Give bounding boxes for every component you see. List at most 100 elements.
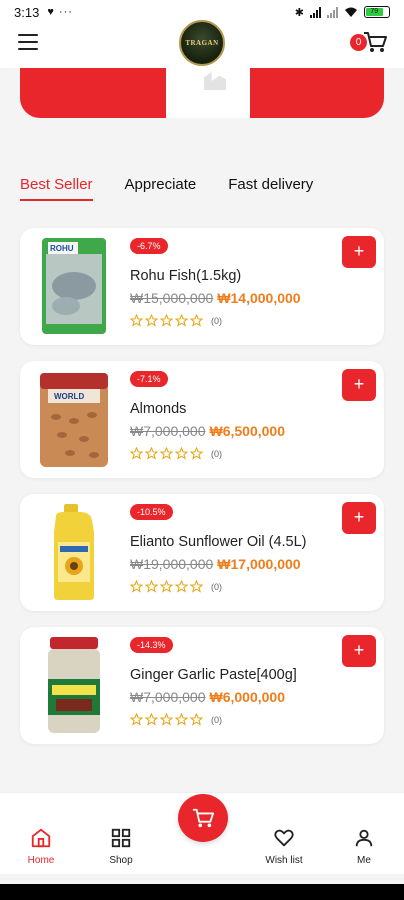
status-time: 3:13 bbox=[14, 4, 40, 20]
discount-badge: -6.7% bbox=[130, 238, 168, 254]
rating-count: (0) bbox=[211, 315, 222, 326]
bluetooth-icon: ✱ bbox=[294, 6, 304, 19]
cell-signal-icon bbox=[310, 6, 321, 18]
star-icon bbox=[130, 314, 143, 327]
star-icon bbox=[175, 447, 188, 460]
star-icon bbox=[145, 580, 158, 593]
original-price: ₩7,000,000 bbox=[130, 689, 206, 705]
star-icon bbox=[160, 713, 173, 726]
system-nav-bar bbox=[0, 884, 404, 900]
cart-button[interactable]: 0 bbox=[350, 30, 392, 56]
product-prices: ₩7,000,000 ₩6,500,000 bbox=[130, 423, 285, 439]
battery-level: 79 bbox=[366, 8, 383, 16]
sale-price: ₩6,500,000 bbox=[209, 423, 286, 439]
logo-text: TRAGAN bbox=[185, 39, 219, 47]
sale-price: ₩14,000,000 bbox=[217, 290, 301, 306]
original-price: ₩7,000,000 bbox=[130, 423, 206, 439]
star-icon bbox=[175, 314, 188, 327]
star-icon bbox=[160, 447, 173, 460]
product-prices: ₩19,000,000 ₩17,000,000 bbox=[130, 556, 301, 572]
star-icon bbox=[160, 580, 173, 593]
product-tabs: Best Seller Appreciate Fast delivery bbox=[20, 176, 384, 201]
sale-price: ₩6,000,000 bbox=[209, 689, 286, 705]
original-price: ₩19,000,000 bbox=[130, 556, 214, 572]
original-price: ₩15,000,000 bbox=[130, 290, 214, 306]
product-name: Rohu Fish(1.5kg) bbox=[130, 268, 242, 284]
add-to-cart-button[interactable]: + bbox=[342, 369, 376, 401]
svg-text:ROHU: ROHU bbox=[50, 244, 74, 253]
rating-count: (0) bbox=[211, 581, 222, 592]
cart-icon bbox=[192, 808, 214, 828]
sale-price: ₩17,000,000 bbox=[217, 556, 301, 572]
brand-logo[interactable]: TRAGAN bbox=[179, 20, 225, 66]
nav-home-label: Home bbox=[27, 855, 55, 866]
product-image-sunflower-oil bbox=[54, 504, 94, 600]
add-to-cart-button[interactable]: + bbox=[342, 502, 376, 534]
star-icon bbox=[190, 713, 203, 726]
promo-banner[interactable] bbox=[20, 68, 384, 118]
product-name: Elianto Sunflower Oil (4.5L) bbox=[130, 534, 307, 550]
product-name: Almonds bbox=[130, 401, 187, 417]
nav-shop[interactable]: Shop bbox=[91, 827, 151, 866]
product-card[interactable]: WORLD -7.1% Almonds ₩7,000,000 ₩6,500,000… bbox=[20, 361, 384, 478]
product-card[interactable]: -14.3% Ginger Garlic Paste[400g] ₩7,000,… bbox=[20, 627, 384, 744]
notification-icons: ♥ ··· bbox=[47, 6, 73, 18]
discount-badge: -7.1% bbox=[130, 371, 168, 387]
star-icon bbox=[145, 713, 158, 726]
star-icon bbox=[130, 580, 143, 593]
product-card[interactable]: -10.5% Elianto Sunflower Oil (4.5L) ₩19,… bbox=[20, 494, 384, 611]
nav-me[interactable]: Me bbox=[334, 827, 394, 866]
nav-shop-label: Shop bbox=[109, 855, 133, 866]
star-icon bbox=[175, 713, 188, 726]
star-icon bbox=[160, 314, 173, 327]
battery-icon: 79 bbox=[364, 6, 390, 18]
rating-stars: (0) bbox=[130, 314, 222, 327]
product-prices: ₩7,000,000 ₩6,000,000 bbox=[130, 689, 285, 705]
rating-count: (0) bbox=[211, 448, 222, 459]
product-image-almonds: WORLD bbox=[40, 373, 108, 467]
menu-icon[interactable] bbox=[18, 34, 38, 50]
cell-signal-2-icon bbox=[327, 6, 338, 18]
product-image-rohu-fish: ROHU bbox=[42, 238, 106, 334]
banner-image-placeholder bbox=[166, 68, 250, 118]
rating-stars: (0) bbox=[130, 713, 222, 726]
banner-left bbox=[20, 68, 166, 118]
star-icon bbox=[190, 314, 203, 327]
tab-best-seller[interactable]: Best Seller bbox=[20, 176, 93, 201]
star-icon bbox=[130, 713, 143, 726]
product-card[interactable]: ROHU -6.7% Rohu Fish(1.5kg) ₩15,000,000 ₩… bbox=[20, 228, 384, 345]
star-icon bbox=[190, 580, 203, 593]
product-image-ginger-garlic-paste bbox=[48, 637, 100, 733]
banner-right bbox=[250, 68, 384, 118]
star-icon bbox=[190, 447, 203, 460]
star-icon bbox=[145, 447, 158, 460]
nav-wishlist[interactable]: Wish list bbox=[254, 827, 314, 866]
product-prices: ₩15,000,000 ₩14,000,000 bbox=[130, 290, 301, 306]
home-icon bbox=[31, 828, 51, 848]
grid-icon bbox=[111, 828, 131, 848]
user-icon bbox=[355, 829, 373, 847]
top-header: TRAGAN 0 bbox=[0, 20, 404, 68]
add-to-cart-button[interactable]: + bbox=[342, 635, 376, 667]
add-to-cart-button[interactable]: + bbox=[342, 236, 376, 268]
tab-appreciate[interactable]: Appreciate bbox=[125, 176, 197, 201]
star-icon bbox=[130, 447, 143, 460]
cart-count-badge: 0 bbox=[350, 34, 367, 51]
star-icon bbox=[145, 314, 158, 327]
rating-stars: (0) bbox=[130, 447, 222, 460]
product-name: Ginger Garlic Paste[400g] bbox=[130, 667, 297, 683]
discount-badge: -14.3% bbox=[130, 637, 173, 653]
discount-badge: -10.5% bbox=[130, 504, 173, 520]
heart-icon bbox=[274, 829, 294, 847]
nav-home[interactable]: Home bbox=[11, 827, 71, 866]
status-right: ✱ 79 bbox=[295, 6, 390, 19]
nav-cart-button[interactable] bbox=[178, 794, 228, 842]
rating-count: (0) bbox=[211, 714, 222, 725]
rating-stars: (0) bbox=[130, 580, 222, 593]
svg-text:WORLD: WORLD bbox=[54, 392, 84, 401]
tab-fast-delivery[interactable]: Fast delivery bbox=[228, 176, 313, 201]
nav-me-label: Me bbox=[357, 855, 371, 866]
image-placeholder-icon bbox=[204, 72, 226, 90]
nav-wishlist-label: Wish list bbox=[265, 855, 303, 866]
star-icon bbox=[175, 580, 188, 593]
